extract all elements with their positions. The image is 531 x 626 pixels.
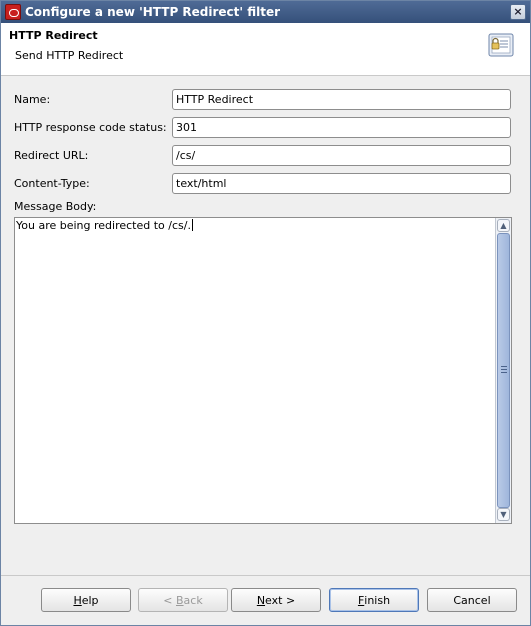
header-title: HTTP Redirect: [9, 29, 98, 42]
scroll-down-arrow-icon[interactable]: ▼: [497, 508, 510, 521]
grip-icon: [501, 366, 507, 373]
window-title: Configure a new 'HTTP Redirect' filter: [25, 5, 281, 19]
name-input[interactable]: HTTP Redirect: [172, 89, 511, 110]
title-bar[interactable]: Configure a new 'HTTP Redirect' filter ×: [1, 1, 530, 23]
content-type-label: Content-Type:: [14, 177, 90, 190]
cancel-button[interactable]: Cancel: [427, 588, 517, 612]
message-body-textarea[interactable]: You are being redirected to /cs/. ▲ ▼: [14, 217, 512, 524]
name-label: Name:: [14, 93, 51, 106]
wizard-header: HTTP Redirect Send HTTP Redirect: [1, 23, 530, 76]
text-caret: [191, 219, 193, 231]
message-body-label: Message Body:: [14, 200, 97, 213]
redirect-url-label: Redirect URL:: [14, 149, 89, 162]
help-button[interactable]: Help: [41, 588, 131, 612]
clipboard-lock-icon: [488, 33, 514, 57]
dialog-window: Configure a new 'HTTP Redirect' filter ×…: [0, 0, 531, 626]
footer-divider: [1, 575, 530, 576]
redirect-url-input[interactable]: /cs/: [172, 145, 511, 166]
content-type-input[interactable]: text/html: [172, 173, 511, 194]
back-button[interactable]: < Back: [138, 588, 228, 612]
close-button[interactable]: ×: [510, 4, 526, 20]
status-code-input[interactable]: 301: [172, 117, 511, 138]
scroll-thumb[interactable]: [497, 233, 510, 508]
message-body-text: You are being redirected to /cs/.: [16, 219, 193, 232]
next-button[interactable]: Next >: [231, 588, 321, 612]
finish-button[interactable]: Finish: [329, 588, 419, 612]
status-code-label: HTTP response code status:: [14, 121, 167, 134]
header-subtitle: Send HTTP Redirect: [15, 49, 124, 62]
scroll-up-arrow-icon[interactable]: ▲: [497, 219, 510, 232]
vertical-scrollbar[interactable]: ▲ ▼: [495, 218, 511, 523]
oracle-app-icon: [5, 4, 21, 20]
